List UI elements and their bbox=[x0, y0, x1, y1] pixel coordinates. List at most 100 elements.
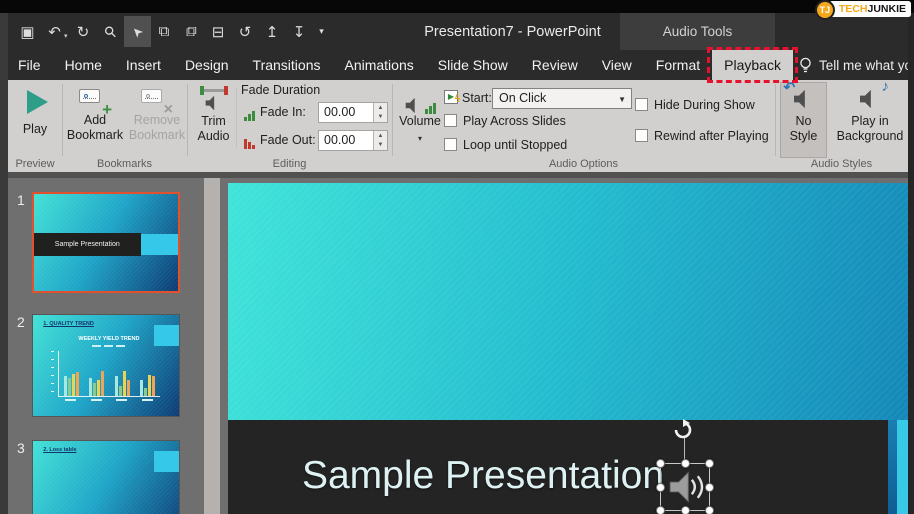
selection-handle[interactable] bbox=[656, 506, 665, 514]
selection-handle[interactable] bbox=[681, 459, 690, 468]
rotate-object-icon[interactable]: ↺ bbox=[232, 16, 259, 47]
remove-bookmark-label2: Bookmark bbox=[129, 128, 185, 143]
powerpoint-window: TJ TECHJUNKIE ▣↶▾↻⚲➤⧉⧉⊟↺↥↧▾ Presentation… bbox=[0, 0, 914, 514]
send-backward-icon[interactable]: ⧉ bbox=[178, 16, 205, 47]
checkbox-loop-until-stopped[interactable] bbox=[444, 138, 457, 151]
selection-handle[interactable] bbox=[656, 483, 665, 492]
add-bookmark-label2: Bookmark bbox=[67, 128, 123, 143]
fade-out-up-arrow[interactable]: ▲ bbox=[374, 131, 387, 141]
tab-playback[interactable]: Playback bbox=[712, 50, 793, 80]
selection-handle[interactable] bbox=[705, 459, 714, 468]
play-button[interactable]: Play bbox=[10, 83, 60, 157]
fade-duration-heading: Fade Duration bbox=[241, 83, 320, 97]
align-objects-icon[interactable]: ⊟ bbox=[205, 16, 232, 47]
trim-audio-label: Trim bbox=[201, 114, 226, 129]
tab-format[interactable]: Format bbox=[644, 50, 712, 80]
selection-handle[interactable] bbox=[656, 459, 665, 468]
tab-insert[interactable]: Insert bbox=[114, 50, 173, 80]
slide-canvas[interactable]: Sample Presentation bbox=[228, 183, 908, 514]
fade-in-label: Fade In: bbox=[260, 105, 306, 119]
tab-file[interactable]: File bbox=[6, 50, 53, 80]
move-up-icon[interactable]: ↥ bbox=[259, 16, 286, 47]
tab-review[interactable]: Review bbox=[520, 50, 590, 80]
chart-bar bbox=[72, 374, 75, 396]
play-in-background-button[interactable]: ♪ Play in Background bbox=[829, 82, 911, 158]
play-in-background-icon: ♪ bbox=[853, 86, 887, 114]
thumbnail-scrollbar[interactable] bbox=[204, 178, 220, 514]
fade-out-label: Fade Out: bbox=[260, 133, 316, 147]
volume-button[interactable]: Volume ▾ bbox=[396, 83, 444, 159]
fade-in-spinner[interactable]: 00.00 ▲▼ bbox=[318, 102, 388, 123]
slide2-chart-subtitle bbox=[56, 345, 161, 347]
selection-handle[interactable] bbox=[705, 483, 714, 492]
group-label-preview: Preview bbox=[8, 158, 62, 170]
chart-bar-cluster bbox=[89, 371, 104, 396]
play-label: Play bbox=[23, 122, 47, 137]
fade-in-down-arrow[interactable]: ▼ bbox=[374, 113, 387, 123]
play-icon bbox=[27, 90, 48, 114]
add-bookmark-button[interactable]: + Add Bookmark bbox=[64, 83, 126, 157]
start-dropdown[interactable]: On Click ▼ bbox=[492, 88, 632, 109]
no-style-button[interactable]: ↶ No Style bbox=[780, 82, 827, 158]
chart-bar bbox=[148, 375, 151, 396]
chart-bar bbox=[115, 376, 118, 396]
slide2-chart-title: WEEKLY YIELD TREND bbox=[56, 336, 161, 342]
move-down-icon[interactable]: ↧ bbox=[286, 16, 313, 47]
tab-view[interactable]: View bbox=[590, 50, 644, 80]
slide-band-gradient-strip bbox=[888, 420, 897, 514]
undo-icon-caret[interactable]: ▾ bbox=[64, 32, 68, 40]
group-label-bookmarks: Bookmarks bbox=[62, 158, 187, 170]
save-icon[interactable]: ▣ bbox=[14, 16, 41, 47]
window-left-border bbox=[0, 13, 8, 514]
slide2-chart-xlabels bbox=[58, 399, 160, 401]
select-pointer-icon[interactable]: ➤ bbox=[124, 16, 151, 47]
techjunkie-logo-badge: TJ bbox=[815, 0, 835, 20]
fade-in-up-arrow[interactable]: ▲ bbox=[374, 103, 387, 113]
play-in-background-label2: Background bbox=[837, 129, 904, 144]
fade-out-icon bbox=[244, 139, 255, 149]
customize-qat-icon[interactable]: ▾ bbox=[313, 16, 331, 47]
ribbon-tab-bar: FileHomeInsertDesignTransitionsAnimation… bbox=[0, 50, 914, 80]
annotation-playback-highlight bbox=[707, 47, 798, 83]
slide-number-3: 3 bbox=[17, 440, 31, 456]
slide3-heading: 2. Loss table bbox=[43, 447, 76, 453]
tab-design[interactable]: Design bbox=[173, 50, 241, 80]
title-bar: ▣↶▾↻⚲➤⧉⧉⊟↺↥↧▾ Presentation7 - PowerPoint… bbox=[0, 13, 914, 50]
slide-thumbnail-3[interactable]: 2. Loss table bbox=[32, 440, 180, 514]
selection-handle[interactable] bbox=[705, 506, 714, 514]
volume-icon bbox=[405, 88, 436, 114]
slide1-title-band: Sample Presentation bbox=[34, 233, 141, 256]
checkbox-hide-during-show[interactable] bbox=[635, 98, 648, 111]
remove-bookmark-label: Remove bbox=[134, 113, 181, 128]
print-preview-icon[interactable]: ⚲ bbox=[97, 16, 124, 47]
audio-object-selection[interactable] bbox=[660, 463, 710, 511]
chart-bar-cluster bbox=[64, 372, 79, 396]
chart-bar bbox=[140, 380, 143, 396]
volume-label: Volume bbox=[399, 114, 441, 129]
slide2-chart-yticks bbox=[51, 351, 54, 396]
checkbox-play-across-slides[interactable] bbox=[444, 114, 457, 127]
slide-thumbnail-2[interactable]: 1. QUALITY TREND WEEKLY YIELD TREND bbox=[32, 314, 180, 417]
lightbulb-icon bbox=[799, 57, 812, 73]
slide-thumbnail-1[interactable]: Sample Presentation bbox=[32, 192, 180, 293]
tab-animations[interactable]: Animations bbox=[332, 50, 425, 80]
tab-home[interactable]: Home bbox=[53, 50, 114, 80]
group-label-editing: Editing bbox=[187, 158, 392, 170]
tab-transitions[interactable]: Transitions bbox=[241, 50, 333, 80]
checkbox-rewind-after-playing[interactable] bbox=[635, 129, 648, 142]
fade-out-spinner[interactable]: 00.00 ▲▼ bbox=[318, 130, 388, 151]
rotation-handle[interactable] bbox=[672, 419, 694, 446]
chart-bar bbox=[97, 380, 100, 396]
ribbon-tabs: FileHomeInsertDesignTransitionsAnimation… bbox=[6, 50, 793, 80]
tab-slide-show[interactable]: Slide Show bbox=[426, 50, 520, 80]
tell-me-label: Tell me what you wa bbox=[819, 58, 914, 73]
chart-bar bbox=[89, 378, 92, 396]
trim-audio-button[interactable]: Trim Audio bbox=[191, 83, 236, 157]
group-separator bbox=[775, 84, 776, 156]
bring-forward-icon[interactable]: ⧉ bbox=[151, 16, 178, 47]
redo-icon[interactable]: ↻ bbox=[70, 16, 97, 47]
tell-me-box[interactable]: Tell me what you wa bbox=[793, 50, 914, 80]
fade-out-down-arrow[interactable]: ▼ bbox=[374, 141, 387, 151]
selection-handle[interactable] bbox=[681, 506, 690, 514]
chart-bar bbox=[68, 378, 71, 396]
